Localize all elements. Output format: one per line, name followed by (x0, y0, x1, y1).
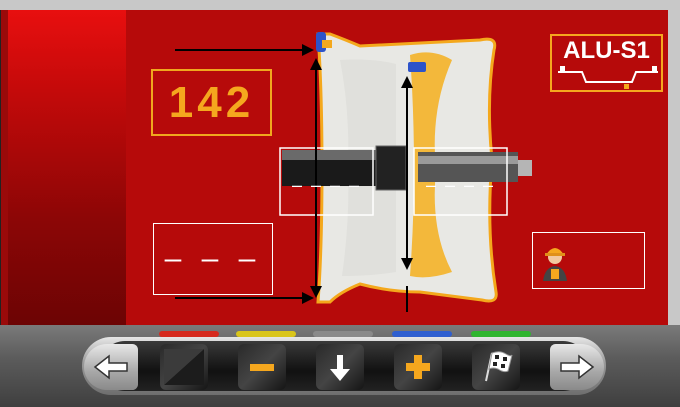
back-button[interactable] (84, 344, 138, 390)
back-arrow-icon (93, 354, 128, 380)
finish-button[interactable] (472, 344, 520, 390)
plus-button[interactable] (394, 344, 442, 390)
operator-icon (543, 248, 567, 281)
flange-right-value: – – – – (425, 174, 496, 195)
operator-display (532, 232, 645, 289)
secondary-value-display: – – – (153, 223, 273, 295)
minus-icon (250, 364, 274, 371)
rim-value-display: 142 (151, 69, 272, 136)
blue-weight-marker-inner (408, 62, 426, 72)
plus-icon (406, 355, 430, 379)
minus-button[interactable] (238, 344, 286, 390)
blank-button[interactable] (160, 344, 208, 390)
forward-arrow-icon (560, 354, 595, 380)
rim-value: 142 (168, 77, 255, 127)
checkered-flag-icon (485, 351, 513, 382)
flange-left-value: – – – – (291, 174, 362, 195)
blank-icon (164, 349, 204, 385)
program-indicator[interactable]: ALU-S1 (550, 34, 663, 92)
secondary-value: – – – (164, 242, 262, 275)
down-arrow-icon (330, 355, 350, 381)
rim-profile-icon (558, 66, 658, 89)
forward-button[interactable] (550, 344, 604, 390)
down-button[interactable] (316, 344, 364, 390)
